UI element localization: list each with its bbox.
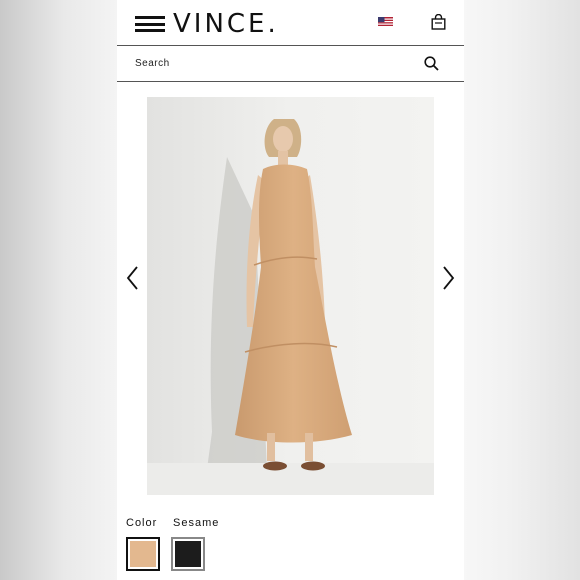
color-label: Color — [126, 517, 158, 529]
us-flag-icon[interactable] — [378, 17, 393, 27]
site-header: VINCE. — [117, 0, 464, 46]
hamburger-menu-icon[interactable] — [135, 16, 165, 32]
search-bar — [117, 46, 464, 82]
brand-logo[interactable]: VINCE. — [173, 9, 279, 39]
chevron-right-icon[interactable] — [442, 265, 456, 291]
product-gallery — [117, 82, 464, 502]
swatch-black[interactable] — [171, 537, 205, 571]
background-right — [464, 0, 580, 580]
shopping-bag-icon[interactable] — [431, 14, 446, 30]
mobile-page: VINCE. Search Color Sesame — [117, 0, 464, 580]
search-input[interactable] — [135, 54, 395, 72]
model-photo — [147, 97, 434, 495]
product-image[interactable] — [147, 97, 434, 495]
selected-color-name: Sesame — [173, 517, 220, 529]
background-left — [0, 0, 117, 580]
swatch-sesame[interactable] — [126, 537, 160, 571]
swatch-black-fill — [175, 541, 201, 567]
search-icon[interactable] — [424, 56, 439, 71]
chevron-left-icon[interactable] — [125, 265, 139, 291]
swatch-sesame-fill — [130, 541, 156, 567]
